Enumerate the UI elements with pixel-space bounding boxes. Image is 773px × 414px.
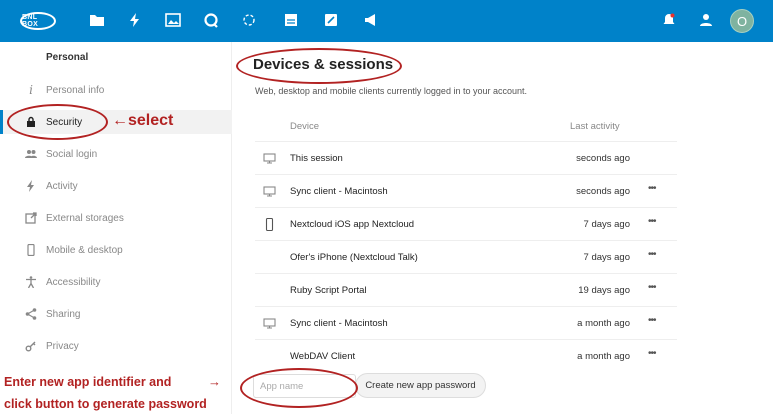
notifications-icon[interactable] [660, 11, 678, 29]
session-last-activity: 7 days ago [583, 252, 630, 263]
desktop-icon [263, 317, 276, 330]
session-name: Ofer's iPhone (Nextcloud Talk) [290, 252, 418, 263]
phone-icon [263, 217, 276, 232]
session-row: WebDAV Client a month ago ••• [255, 339, 677, 372]
edit-icon[interactable] [322, 11, 340, 29]
settings-sidebar: Personal i Personal info Security Social… [0, 42, 232, 414]
key-icon [24, 339, 38, 353]
more-options-button[interactable]: ••• [648, 282, 656, 293]
main-content: Devices & sessions Web, desktop and mobi… [233, 42, 773, 414]
activity-icon[interactable] [126, 11, 144, 29]
sidebar-item-label: Activity [46, 180, 78, 192]
logo[interactable]: BNL BOX [20, 12, 56, 30]
external-icon [24, 211, 38, 225]
session-name: Sync client - Macintosh [290, 186, 388, 197]
phone-icon [24, 243, 38, 257]
sidebar-item-external-storages[interactable]: External storages [0, 206, 232, 230]
announcement-icon[interactable] [362, 11, 380, 29]
share-icon [24, 307, 38, 321]
sidebar-item-sharing[interactable]: Sharing [0, 302, 232, 326]
app-window: BNL BOX O Personal i Personal info Secur… [0, 0, 773, 414]
create-app-password-button[interactable]: Create new app password [355, 373, 486, 398]
sidebar-item-personal-info[interactable]: i Personal info [0, 78, 232, 102]
sidebar-item-label: External storages [46, 212, 124, 224]
notes-icon[interactable] [282, 11, 300, 29]
session-last-activity: seconds ago [576, 153, 630, 164]
column-header-device: Device [290, 121, 320, 132]
annotation-enter-line2: click button to generate password [4, 397, 207, 411]
contacts-icon[interactable] [697, 11, 715, 29]
info-icon: i [29, 83, 33, 97]
more-options-button[interactable]: ••• [648, 249, 656, 260]
photos-icon[interactable] [164, 11, 182, 29]
sidebar-item-label: Mobile & desktop [46, 244, 123, 256]
annotation-ellipse-input [240, 368, 358, 408]
session-row: Ruby Script Portal 19 days ago ••• [255, 273, 677, 306]
session-row: Sync client - Macintosh a month ago ••• [255, 306, 677, 339]
folder-icon[interactable] [88, 11, 106, 29]
session-name: Nextcloud iOS app Nextcloud [290, 219, 415, 230]
sidebar-item-mobile-desktop[interactable]: Mobile & desktop [0, 238, 232, 262]
session-name: Sync client - Macintosh [290, 318, 388, 329]
sidebar-item-social-login[interactable]: Social login [0, 142, 232, 166]
session-row: Sync client - Macintosh seconds ago ••• [255, 174, 677, 207]
session-last-activity: a month ago [577, 351, 630, 362]
session-row: Ofer's iPhone (Nextcloud Talk) 7 days ag… [255, 240, 677, 273]
sidebar-heading: Personal [46, 52, 89, 63]
users-icon [24, 147, 38, 161]
desktop-icon [263, 152, 276, 165]
session-last-activity: seconds ago [576, 186, 630, 197]
sidebar-item-privacy[interactable]: Privacy [0, 334, 232, 358]
accessibility-icon [24, 275, 38, 289]
more-options-button[interactable]: ••• [648, 216, 656, 227]
more-options-button[interactable]: ••• [648, 348, 656, 359]
annotation-ellipse-security [7, 104, 108, 140]
top-bar: BNL BOX O [0, 0, 773, 42]
sidebar-item-label: Accessibility [46, 276, 101, 288]
page-description: Web, desktop and mobile clients currentl… [255, 86, 527, 96]
sidebar-item-label: Sharing [46, 308, 81, 320]
session-last-activity: 19 days ago [578, 285, 630, 296]
session-name: This session [290, 153, 343, 164]
talk-icon[interactable] [202, 11, 220, 29]
sidebar-item-label: Social login [46, 148, 98, 160]
session-name: Ruby Script Portal [290, 285, 367, 296]
avatar[interactable]: O [730, 9, 754, 33]
annotation-enter-line1: Enter new app identifier and [4, 375, 172, 389]
column-header-last-activity: Last activity [570, 121, 620, 132]
session-last-activity: 7 days ago [583, 219, 630, 230]
sidebar-item-label: Privacy [46, 340, 79, 352]
session-name: WebDAV Client [290, 351, 356, 362]
activity-icon [24, 179, 38, 193]
session-row: This session seconds ago [255, 141, 677, 174]
session-row: Nextcloud iOS app Nextcloud 7 days ago •… [255, 207, 677, 240]
sidebar-item-accessibility[interactable]: Accessibility [0, 270, 232, 294]
sidebar-item-label: Personal info [46, 84, 105, 96]
desktop-icon [263, 185, 276, 198]
sidebar-item-activity[interactable]: Activity [0, 174, 232, 198]
circles-icon[interactable] [240, 11, 258, 29]
more-options-button[interactable]: ••• [648, 183, 656, 194]
annotation-select: ←select [112, 112, 174, 129]
annotation-arrow: → [208, 374, 221, 389]
annotation-ellipse-title [236, 48, 402, 84]
more-options-button[interactable]: ••• [648, 315, 656, 326]
session-last-activity: a month ago [577, 318, 630, 329]
